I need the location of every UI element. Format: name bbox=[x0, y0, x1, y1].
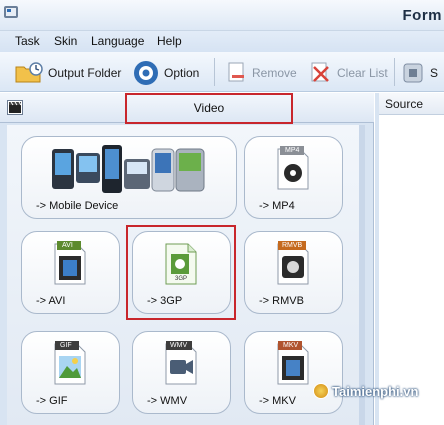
source-panel: Source bbox=[375, 93, 444, 425]
mp4-badge: MP4 bbox=[285, 147, 300, 154]
gif-badge: GIF bbox=[60, 342, 72, 349]
tile-wmv[interactable]: WMV -> WMV bbox=[132, 331, 231, 414]
app-icon bbox=[4, 6, 18, 18]
tile-label: -> GIF bbox=[36, 395, 68, 407]
tile-label: -> WMV bbox=[147, 395, 188, 407]
clear-list-icon bbox=[311, 62, 329, 82]
panel-title-video[interactable]: Video bbox=[125, 93, 293, 124]
stop-label: S bbox=[430, 66, 439, 80]
remove-button[interactable]: Remove bbox=[226, 60, 297, 86]
tile-gif[interactable]: GIF -> GIF bbox=[21, 331, 120, 414]
tile-mkv[interactable]: MKV -> MKV bbox=[244, 331, 343, 414]
tile-mp4[interactable]: MP4 -> MP4 bbox=[244, 136, 343, 219]
stop-button[interactable]: S bbox=[402, 60, 438, 86]
watermark: Taimienphi.vn bbox=[313, 383, 418, 399]
tile-label: -> AVI bbox=[36, 295, 66, 307]
gear-icon bbox=[134, 61, 158, 85]
title-bar: Form bbox=[0, 0, 444, 31]
output-folder-button[interactable]: Output Folder bbox=[14, 60, 121, 86]
tile-rmvb[interactable]: RMVB -> RMVB bbox=[244, 231, 343, 314]
clear-list-button[interactable]: Clear List bbox=[309, 60, 388, 86]
option-button[interactable]: Option bbox=[132, 60, 199, 86]
category-panel: Video -> Mobile Device MP4 -> MP4 AVI ->… bbox=[0, 93, 374, 425]
output-folder-label: Output Folder bbox=[48, 66, 122, 80]
rmvb-badge: RMVB bbox=[282, 242, 303, 249]
menu-help[interactable]: Help bbox=[157, 34, 182, 48]
mobile-devices-icon bbox=[52, 145, 205, 193]
window-title: Form bbox=[402, 7, 442, 24]
tile-label: -> MP4 bbox=[259, 200, 295, 212]
tile-avi[interactable]: AVI -> AVI bbox=[21, 231, 120, 314]
avi-badge: AVI bbox=[62, 242, 73, 249]
tile-label: -> MKV bbox=[259, 395, 296, 407]
toolbar: Output Folder Option Remove Clear List S bbox=[0, 52, 444, 92]
document-minus-icon bbox=[228, 62, 244, 82]
source-column-header[interactable]: Source bbox=[379, 93, 444, 115]
tile-label: -> RMVB bbox=[259, 295, 304, 307]
option-label: Option bbox=[164, 66, 200, 80]
menu-bar: Task Skin Language Help bbox=[0, 31, 444, 52]
menu-skin[interactable]: Skin bbox=[54, 34, 77, 48]
toolbar-separator bbox=[394, 58, 395, 86]
watermark-logo-icon bbox=[313, 383, 329, 399]
panel-splitter[interactable] bbox=[375, 93, 379, 425]
tile-mobile-device[interactable]: -> Mobile Device bbox=[21, 136, 237, 219]
selection-highlight bbox=[126, 225, 236, 320]
menu-task[interactable]: Task bbox=[15, 34, 40, 48]
wmv-badge: WMV bbox=[170, 342, 188, 349]
folder-clock-icon bbox=[15, 62, 43, 83]
remove-label: Remove bbox=[252, 66, 297, 80]
mkv-badge: MKV bbox=[283, 342, 299, 349]
format-grid: -> Mobile Device MP4 -> MP4 AVI -> AVI 3… bbox=[7, 125, 365, 425]
tile-label: -> Mobile Device bbox=[36, 200, 119, 212]
stop-icon bbox=[403, 63, 423, 83]
film-clapper-icon[interactable] bbox=[7, 100, 23, 115]
menu-language[interactable]: Language bbox=[91, 34, 144, 48]
watermark-text: Taimienphi.vn bbox=[332, 383, 419, 399]
toolbar-separator bbox=[214, 58, 215, 86]
clear-list-label: Clear List bbox=[337, 66, 388, 80]
